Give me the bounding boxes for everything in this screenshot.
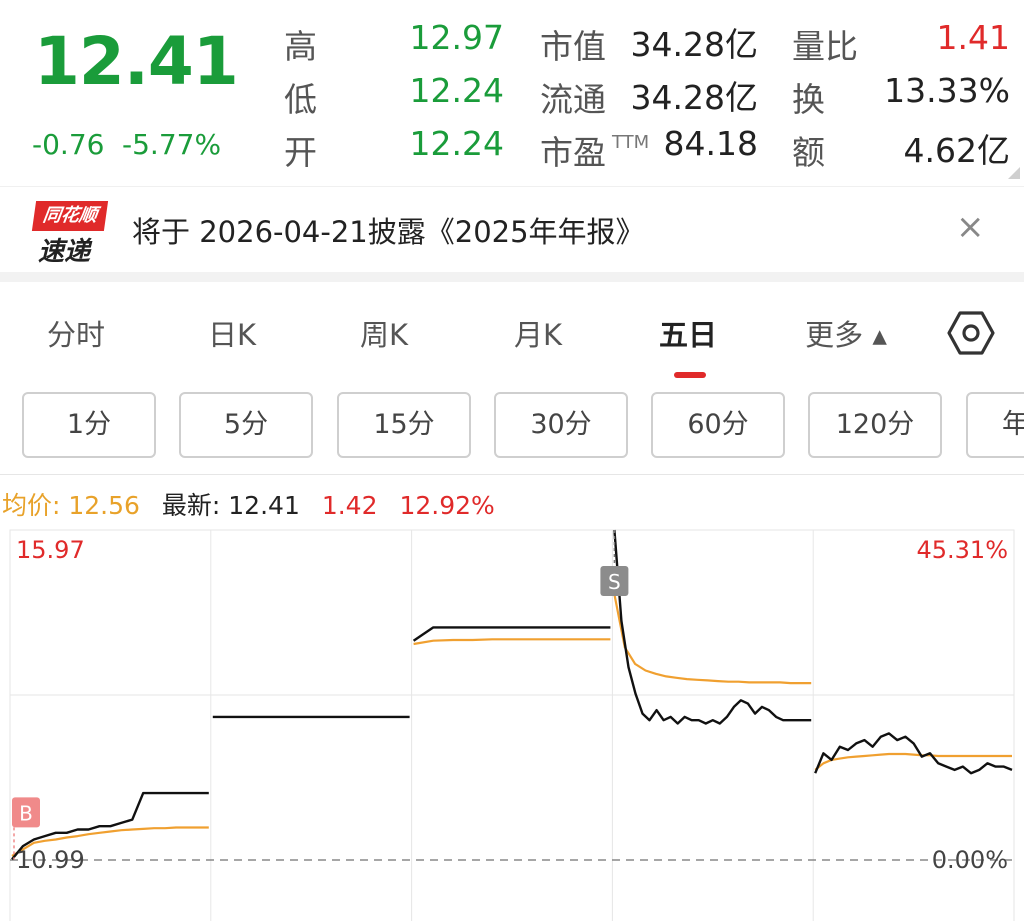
- avg-price-value: 12.56: [68, 491, 140, 520]
- tab-five-day[interactable]: 五日: [628, 312, 748, 354]
- avg-price-line-day-3: [413, 638, 611, 646]
- logo-top-text: 同花顺: [31, 201, 109, 231]
- pe-value: 84.18: [663, 124, 758, 163]
- avg-price-line-day-4: [613, 594, 812, 685]
- low-value: 12.24: [409, 71, 504, 110]
- y-min-label: 10.99: [16, 846, 85, 874]
- turnover-value: 13.33%: [884, 71, 1010, 110]
- latest-price-label: 最新:: [161, 491, 229, 520]
- settings-icon[interactable]: [946, 308, 996, 358]
- chart-legend: 均价: 12.56 最新: 12.41 1.42 12.92%: [2, 486, 495, 522]
- chip-5min[interactable]: 5分: [179, 392, 313, 458]
- price-line-day-4: [613, 529, 812, 725]
- float-cap-value: 34.28亿: [630, 78, 758, 117]
- low-label: 低: [284, 80, 317, 119]
- price-change: -0.76: [32, 128, 105, 161]
- chip-30min[interactable]: 30分: [494, 392, 628, 458]
- close-icon[interactable]: ×: [956, 207, 985, 247]
- tab-weekly-k[interactable]: 周K: [324, 312, 444, 354]
- buy-marker-text: B: [19, 801, 33, 825]
- expand-corner-icon[interactable]: [1008, 167, 1020, 179]
- brand-logo: 同花顺 速递: [24, 201, 110, 267]
- market-cap-value: 34.28亿: [630, 25, 758, 64]
- pct-max-label: 45.31%: [916, 536, 1008, 564]
- avg-price-label: 均价:: [2, 491, 69, 520]
- y-max-label: 15.97: [16, 536, 85, 564]
- chart-frame: [9, 529, 1015, 921]
- tab-more[interactable]: 更多 ▴: [786, 312, 906, 354]
- amount-value: 4.62亿: [903, 131, 1010, 170]
- sell-marker-text: S: [608, 570, 621, 594]
- tab-intraday[interactable]: 分时: [16, 312, 136, 354]
- high-value: 12.97: [409, 18, 504, 57]
- price-line-day-5: [814, 732, 1013, 775]
- latest-change-percent: 12.92%: [399, 491, 495, 520]
- last-price: 12.41: [34, 23, 239, 100]
- logo-bottom-text: 速递: [38, 237, 91, 267]
- high-label: 高: [284, 27, 317, 66]
- chip-15min[interactable]: 15分: [337, 392, 471, 458]
- five-day-chart[interactable]: 15.97 45.31% 10.99 0.00% B S: [0, 526, 1024, 921]
- chip-year[interactable]: 年: [966, 392, 1024, 458]
- legend-divider: [0, 474, 1024, 475]
- chip-60min[interactable]: 60分: [651, 392, 785, 458]
- active-tab-indicator: [674, 372, 706, 378]
- chip-120min[interactable]: 120分: [808, 392, 942, 458]
- pct-min-label: 0.00%: [932, 846, 1008, 874]
- price-change-percent: -5.77%: [122, 128, 222, 161]
- banner-text[interactable]: 将于 2026-04-21披露《2025年年报》: [132, 209, 645, 251]
- latest-price-value: 12.41: [228, 491, 300, 520]
- tab-daily-k[interactable]: 日K: [172, 312, 292, 354]
- chip-1min[interactable]: 1分: [22, 392, 156, 458]
- announcement-banner[interactable]: 同花顺 速递 将于 2026-04-21披露《2025年年报》 ×: [0, 186, 1024, 273]
- open-label: 开: [284, 133, 317, 172]
- volume-ratio-value: 1.41: [936, 18, 1010, 57]
- open-value: 12.24: [409, 124, 504, 163]
- latest-change: 1.42: [321, 491, 378, 520]
- section-divider: [0, 272, 1024, 282]
- tab-monthly-k[interactable]: 月K: [478, 312, 598, 354]
